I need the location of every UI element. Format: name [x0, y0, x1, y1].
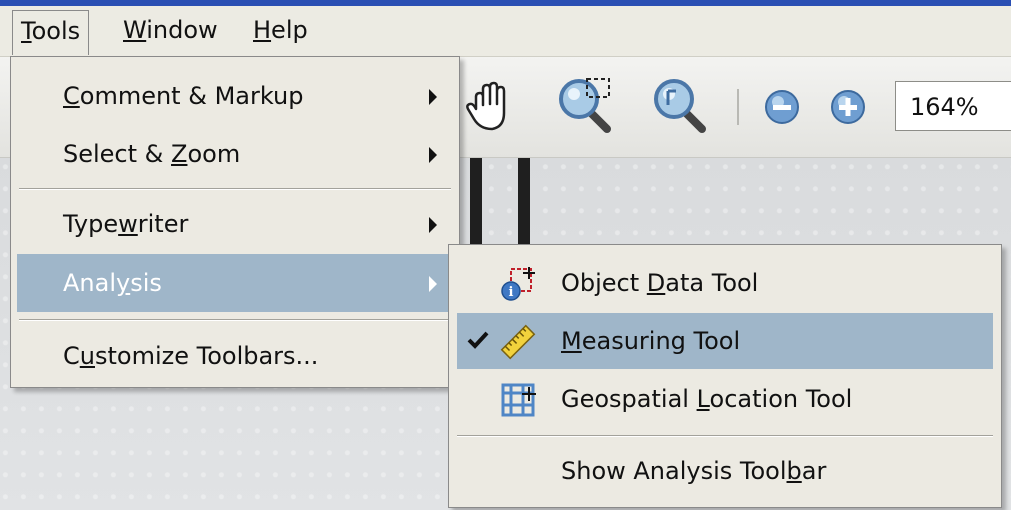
zoom-dynamic-icon[interactable]	[650, 75, 712, 137]
menu-item-label-pre: Show Analysis Tool	[561, 457, 787, 485]
menu-tools-label-post: ools	[31, 17, 81, 45]
checkmark-icon	[467, 331, 489, 349]
tools-dropdown-menu: Comment & Markup Select & Zoom Typewrite…	[10, 56, 460, 388]
menu-item-accesskey: b	[786, 457, 802, 485]
menu-item-label-pre: Object	[561, 269, 647, 297]
menu-item-label-post: stomize Toolbars...	[94, 342, 319, 370]
menu-item-customize-toolbars[interactable]: Customize Toolbars...	[17, 327, 451, 385]
menu-item-label-post: easuring Tool	[581, 327, 741, 355]
menu-item-label-post: sis	[130, 269, 162, 297]
menu-item-accesskey: C	[63, 82, 80, 110]
menu-item-show-analysis-toolbar[interactable]: Show Analysis Toolbar	[457, 443, 993, 499]
menu-item-label-pre: C	[63, 342, 80, 370]
zoom-out-icon[interactable]	[762, 87, 802, 127]
menu-item-select-zoom[interactable]: Select & Zoom	[17, 125, 451, 183]
menu-item-accesskey: M	[561, 327, 582, 355]
menu-item-label-pre: Anal	[63, 269, 117, 297]
menu-item-label-post: ata Tool	[665, 269, 759, 297]
menu-item-geospatial-location-tool[interactable]: Geospatial Location Tool	[457, 371, 993, 427]
analysis-submenu: i Object Data Tool Measuring Tool Geospa…	[448, 244, 1002, 508]
menu-item-object-data-tool[interactable]: i Object Data Tool	[457, 255, 993, 311]
geospatial-grid-icon	[501, 383, 536, 417]
menu-help-accesskey: H	[253, 16, 272, 44]
menu-item-accesskey: L	[696, 385, 710, 413]
submenu-arrow-icon	[429, 89, 437, 105]
menu-item-comment-markup[interactable]: Comment & Markup	[17, 67, 451, 125]
menu-item-label-post: omment & Markup	[79, 82, 304, 110]
menu-item-accesskey: y	[116, 269, 131, 297]
menu-item-label-pre: Type	[63, 210, 119, 238]
menu-item-accesskey: Z	[171, 140, 188, 168]
toolbar-separator	[737, 89, 739, 125]
menu-item-accesskey: u	[79, 342, 95, 370]
menu-item-label-pre: Geospatial	[561, 385, 697, 413]
menu-item-label-pre: Select &	[63, 140, 172, 168]
menu-item-accesskey: D	[646, 269, 666, 297]
menu-item-label-post: riter	[137, 210, 189, 238]
menu-item-measuring-tool[interactable]: Measuring Tool	[457, 313, 993, 369]
menu-window-label-post: indow	[146, 16, 218, 44]
menu-separator	[19, 319, 451, 321]
svg-text:i: i	[509, 285, 514, 300]
menu-item-accesskey: w	[118, 210, 138, 238]
menu-tools[interactable]: Tools	[12, 10, 90, 55]
submenu-arrow-icon	[429, 276, 437, 292]
hand-icon[interactable]	[462, 79, 518, 135]
zoom-in-icon[interactable]	[828, 87, 868, 127]
menu-bar: Tools Window Help	[0, 6, 1011, 57]
document-line	[470, 158, 482, 254]
zoom-marquee-icon[interactable]	[555, 75, 617, 137]
menu-window[interactable]: Window	[115, 10, 226, 50]
menu-item-analysis[interactable]: Analysis	[17, 254, 451, 312]
menu-item-typewriter[interactable]: Typewriter	[17, 195, 451, 253]
menu-help-label-post: elp	[271, 16, 308, 44]
menu-tools-accesskey: T	[21, 17, 32, 45]
submenu-arrow-icon	[429, 147, 437, 163]
menu-separator	[457, 435, 993, 437]
menu-item-label-post: ocation Tool	[709, 385, 853, 413]
menu-item-label-post: oom	[187, 140, 241, 168]
menu-help[interactable]: Help	[245, 10, 316, 50]
submenu-arrow-icon	[429, 217, 437, 233]
zoom-level-input[interactable]: 164%	[895, 81, 1011, 131]
menu-window-accesskey: W	[123, 16, 147, 44]
ruler-icon	[500, 324, 536, 360]
object-data-icon: i	[501, 267, 535, 301]
menu-item-label-post: ar	[801, 457, 827, 485]
document-line	[518, 158, 530, 254]
menu-separator	[19, 188, 451, 190]
